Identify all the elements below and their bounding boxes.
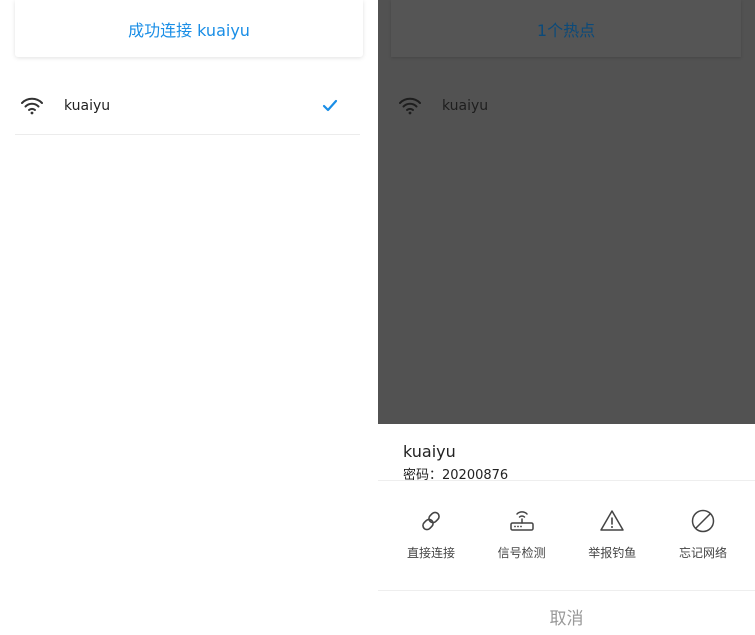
- check-icon: [310, 99, 350, 113]
- hotspot-count-title: 1个热点: [536, 20, 596, 40]
- connection-status-header: 成功连接 kuaiyu: [15, 0, 363, 57]
- wifi-icon: [393, 97, 427, 115]
- left-screen: 成功连接 kuaiyu kuaiyu: [0, 0, 378, 635]
- cancel-button[interactable]: 取消: [378, 604, 755, 629]
- forget-network-label: 忘记网络: [678, 546, 727, 560]
- warning-icon: [599, 506, 625, 536]
- sheet-network-name: kuaiyu: [403, 442, 456, 461]
- network-row: kuaiyu: [393, 78, 738, 134]
- divider: [378, 590, 755, 591]
- network-row[interactable]: kuaiyu: [15, 78, 360, 135]
- divider: [378, 480, 755, 481]
- forget-network-button[interactable]: 忘记网络: [658, 506, 748, 566]
- signal-test-label: 信号检测: [497, 546, 546, 560]
- wifi-icon: [15, 97, 49, 115]
- connection-status-title: 成功连接 kuaiyu: [128, 20, 250, 40]
- right-screen: 1个热点 kuaiyu kuaiyu 密码：20200876 直接连接 信号检测…: [378, 0, 755, 635]
- dimmed-overlay[interactable]: 1个热点 kuaiyu: [378, 0, 755, 424]
- connect-directly-button[interactable]: 直接连接: [386, 506, 476, 566]
- link-icon: [419, 506, 443, 536]
- action-row: 直接连接 信号检测 举报钓鱼 忘记网络: [386, 506, 748, 566]
- forget-icon: [690, 506, 716, 536]
- router-icon: [509, 506, 535, 536]
- network-ssid: kuaiyu: [442, 98, 489, 114]
- network-action-sheet: kuaiyu 密码：20200876 直接连接 信号检测 举报钓鱼 忘记网络 取…: [378, 424, 755, 635]
- hotspot-count-header: 1个热点: [391, 0, 741, 57]
- report-phishing-button[interactable]: 举报钓鱼: [567, 506, 657, 566]
- connect-directly-label: 直接连接: [406, 546, 455, 560]
- signal-test-button[interactable]: 信号检测: [477, 506, 567, 566]
- report-phishing-label: 举报钓鱼: [588, 546, 637, 560]
- network-ssid: kuaiyu: [64, 98, 111, 114]
